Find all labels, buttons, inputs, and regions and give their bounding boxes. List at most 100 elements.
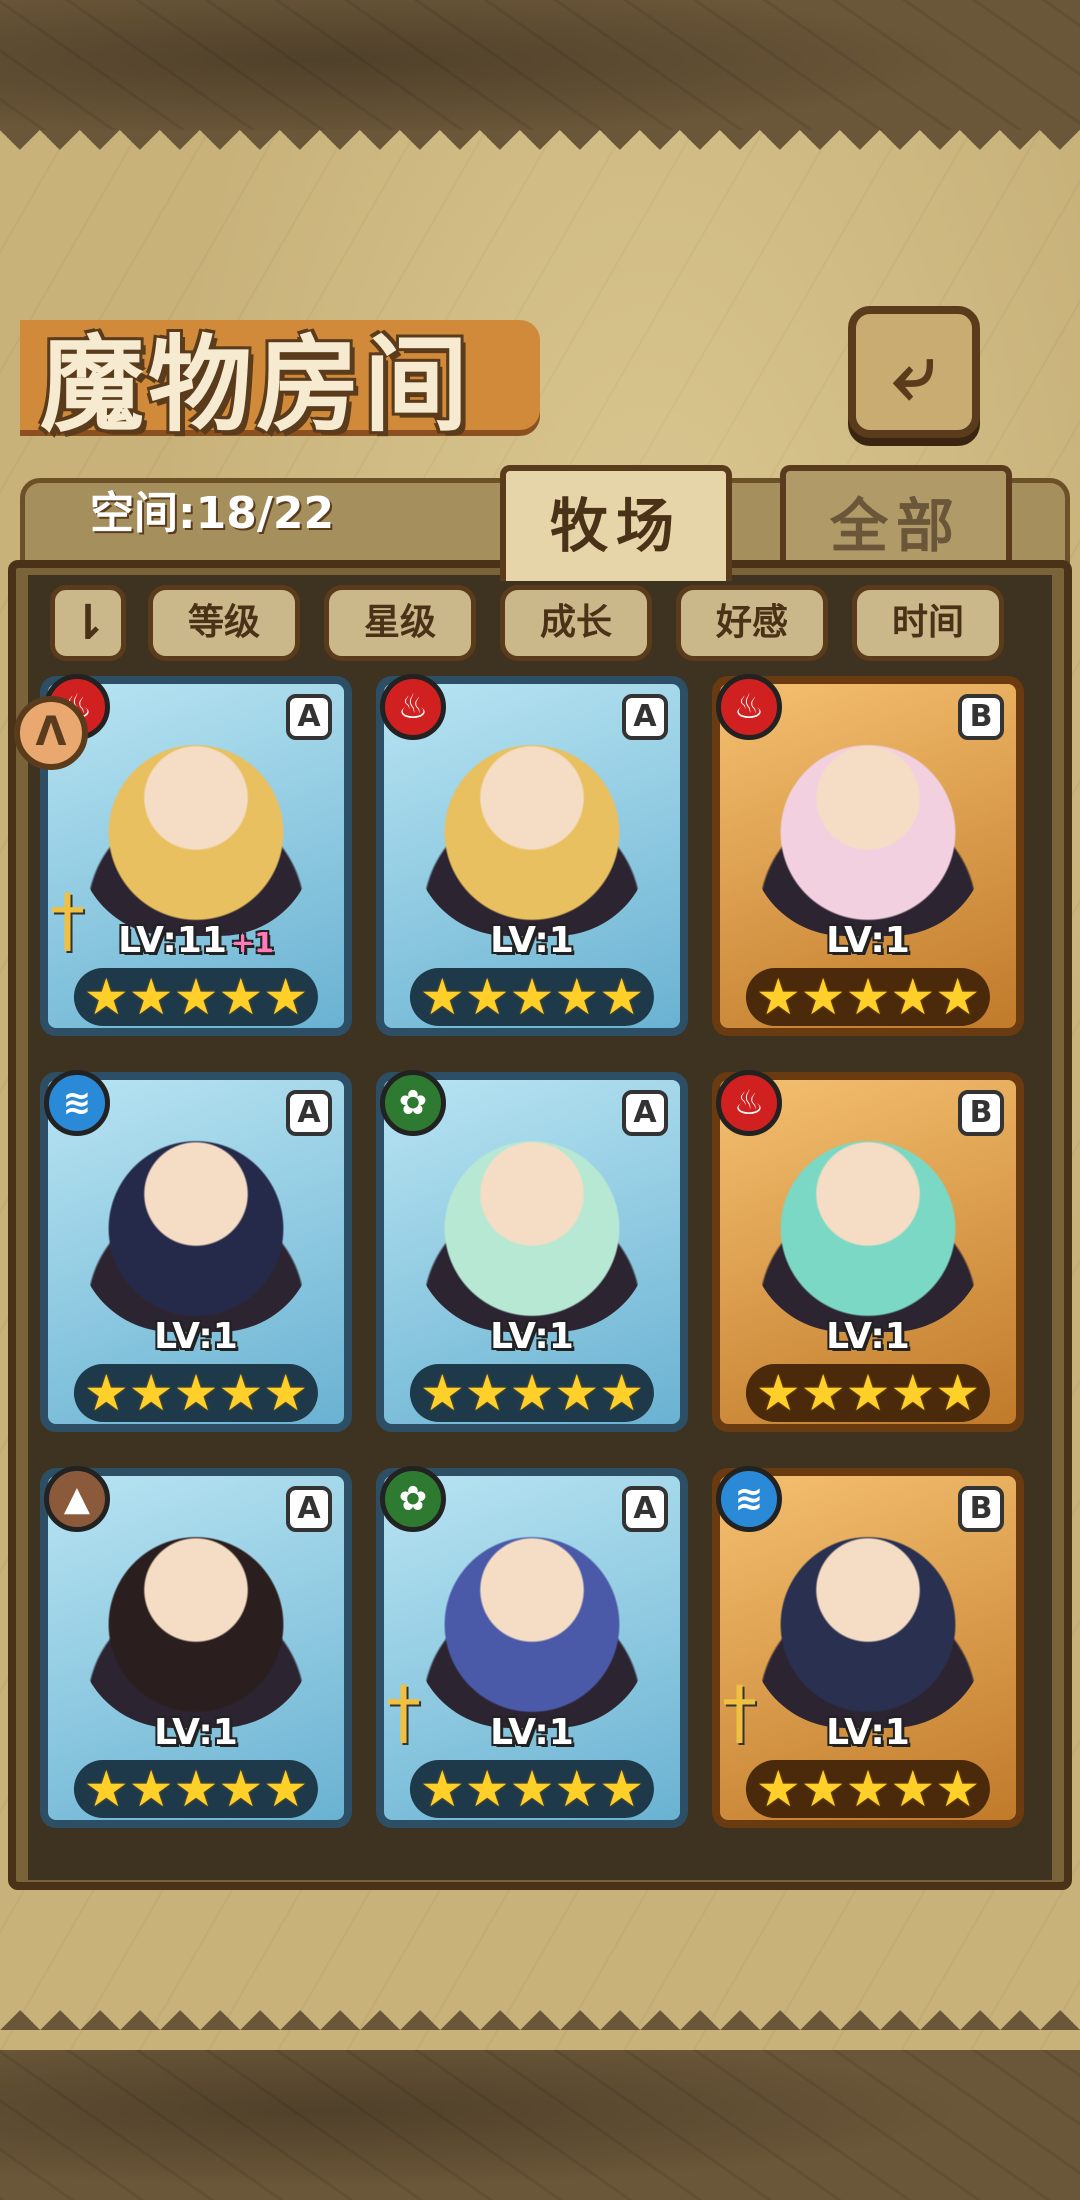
star-icon: ★ [509, 1364, 555, 1422]
star-icon: ★ [173, 1760, 219, 1818]
sort-bar: ⇂ 等级 星级 成长 好感 时间 [40, 585, 1040, 665]
star-icon: ★ [464, 968, 510, 1026]
star-rating: ★★★★★ [745, 1760, 991, 1818]
monster-level: LV:1 [384, 1712, 680, 1753]
monster-level: LV:1 [48, 1712, 344, 1753]
monster-level: LV:1 [720, 920, 1016, 961]
star-icon: ★ [173, 1364, 219, 1422]
tab-ranch[interactable]: 牧场 [500, 465, 732, 581]
star-icon: ★ [845, 1760, 891, 1818]
panel-top-edge [0, 130, 1080, 170]
star-icon: ★ [128, 968, 174, 1026]
level-text: LV:11 [118, 920, 227, 961]
background-top [0, 0, 1080, 150]
star-icon: ★ [464, 1760, 510, 1818]
star-icon: ★ [755, 968, 801, 1026]
sort-star-button[interactable]: 星级 [324, 585, 476, 661]
space-capacity: 空间:18/22 [90, 488, 335, 539]
monster-level: LV:1 [384, 1316, 680, 1357]
level-text: LV:1 [490, 1316, 574, 1357]
star-icon: ★ [218, 1364, 264, 1422]
earth-element-icon: ▲ [44, 1466, 110, 1532]
monster-card[interactable]: ♨ A LV:1 ★★★★★ [376, 674, 688, 1036]
monster-card[interactable]: ≋ B † LV:1 ★★★★★ [712, 1466, 1024, 1828]
star-icon: ★ [263, 1760, 309, 1818]
water-element-icon: ≋ [716, 1466, 782, 1532]
monster-portrait [750, 1102, 986, 1332]
star-icon: ★ [935, 1364, 981, 1422]
rank-badge: A [286, 694, 332, 740]
rank-badge: B [958, 1486, 1004, 1532]
star-rating: ★★★★★ [745, 1364, 991, 1422]
star-icon: ★ [845, 968, 891, 1026]
star-icon: ★ [755, 1364, 801, 1422]
star-icon: ★ [800, 1364, 846, 1422]
monster-level: LV:1 [720, 1316, 1016, 1357]
rank-badge: A [622, 1090, 668, 1136]
level-bonus: +1 [230, 926, 274, 959]
panel-bottom-edge [0, 1990, 1080, 2030]
rank-badge: B [958, 694, 1004, 740]
monster-card[interactable]: ♨ B LV:1 ★★★★★ [712, 674, 1024, 1036]
star-rating: ★★★★★ [73, 1760, 319, 1818]
star-icon: ★ [890, 1364, 936, 1422]
monster-portrait [414, 706, 650, 936]
monster-level: LV:1 [384, 920, 680, 961]
water-element-icon: ≋ [44, 1070, 110, 1136]
star-icon: ★ [935, 1760, 981, 1818]
sort-affinity-button[interactable]: 好感 [676, 585, 828, 661]
star-icon: ★ [263, 1364, 309, 1422]
star-icon: ★ [173, 968, 219, 1026]
monster-portrait [414, 1498, 650, 1728]
monster-card[interactable]: ▲ A LV:1 ★★★★★ [40, 1466, 352, 1828]
star-icon: ★ [464, 1364, 510, 1422]
monster-portrait [78, 706, 314, 936]
sort-growth-button[interactable]: 成长 [500, 585, 652, 661]
back-arrow-icon: ⤶ [892, 326, 936, 416]
star-rating: ★★★★★ [745, 968, 991, 1026]
monster-card[interactable]: ✿ A † LV:1 ★★★★★ [376, 1466, 688, 1828]
star-icon: ★ [890, 1760, 936, 1818]
monster-level: LV:11 +1 [48, 920, 344, 961]
star-icon: ★ [599, 1364, 645, 1422]
notification-arrow-icon[interactable]: ᐱ [14, 696, 88, 770]
wood-element-icon: ✿ [380, 1070, 446, 1136]
fire-element-icon: ♨ [716, 1070, 782, 1136]
level-text: LV:1 [826, 1316, 910, 1357]
monster-card[interactable]: ≋ A LV:1 ★★★★★ [40, 1070, 352, 1432]
monster-card[interactable]: ♨ B LV:1 ★★★★★ [712, 1070, 1024, 1432]
star-icon: ★ [755, 1760, 801, 1818]
wood-element-icon: ✿ [380, 1466, 446, 1532]
star-icon: ★ [509, 1760, 555, 1818]
star-icon: ★ [845, 1364, 891, 1422]
level-text: LV:1 [826, 1712, 910, 1753]
monster-card[interactable]: ✿ A LV:1 ★★★★★ [376, 1070, 688, 1432]
rank-badge: A [622, 694, 668, 740]
star-icon: ★ [263, 968, 309, 1026]
star-icon: ★ [935, 968, 981, 1026]
star-icon: ★ [554, 1364, 600, 1422]
star-icon: ★ [83, 1760, 129, 1818]
star-icon: ★ [218, 1760, 264, 1818]
monster-portrait [750, 706, 986, 936]
page-title: 魔物房间 [40, 323, 473, 446]
star-icon: ★ [509, 968, 555, 1026]
level-text: LV:1 [154, 1712, 238, 1753]
level-text: LV:1 [826, 920, 910, 961]
sort-time-button[interactable]: 时间 [852, 585, 1004, 661]
star-icon: ★ [419, 1760, 465, 1818]
level-text: LV:1 [490, 1712, 574, 1753]
fire-element-icon: ♨ [716, 674, 782, 740]
rank-badge: A [622, 1486, 668, 1532]
star-icon: ★ [599, 968, 645, 1026]
star-icon: ★ [554, 968, 600, 1026]
back-button[interactable]: ⤶ [848, 306, 980, 438]
monster-grid: ♨A†LV:11+1★★★★★♨ALV:1★★★★★♨BLV:1★★★★★≋AL… [40, 674, 1040, 1846]
background-bottom [0, 2050, 1080, 2200]
rank-badge: A [286, 1090, 332, 1136]
level-text: LV:1 [154, 1316, 238, 1357]
monster-level: LV:1 [48, 1316, 344, 1357]
sort-order-icon[interactable]: ⇂ [50, 585, 126, 661]
sort-level-button[interactable]: 等级 [148, 585, 300, 661]
star-rating: ★★★★★ [409, 968, 655, 1026]
